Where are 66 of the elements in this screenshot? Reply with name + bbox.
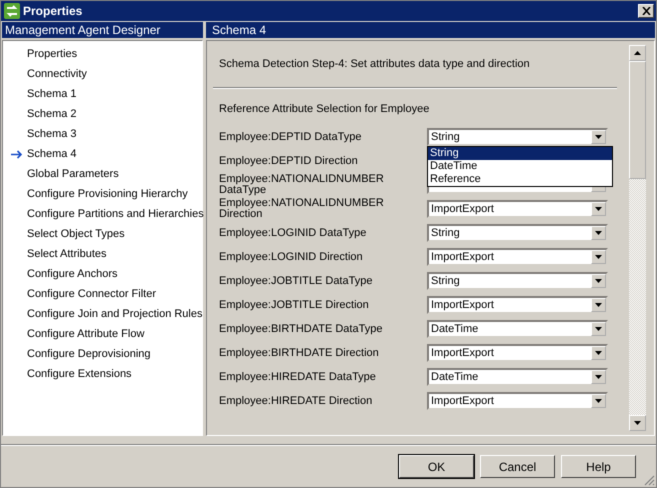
sidebar-item[interactable]: Connectivity: [3, 64, 202, 84]
field-label: Employee:HIREDATE DataType: [219, 372, 377, 382]
caret-icon[interactable]: [595, 327, 602, 331]
sidebar-item[interactable]: Schema 2: [3, 104, 202, 124]
panel-header: Management Agent Designer: [2, 22, 203, 38]
dialog-button[interactable]: OK: [399, 455, 474, 478]
caret-icon[interactable]: [595, 279, 602, 283]
sidebar-item[interactable]: Select Object Types: [3, 224, 202, 244]
field-label: Employee:JOBTITLE Direction: [219, 300, 370, 310]
dropdown[interactable]: ImportExport: [427, 344, 608, 362]
field-label: Employee:LOGINID DataType: [219, 228, 368, 238]
field-label: Employee:HIREDATE Direction: [219, 396, 374, 406]
field-label: Employee:NATIONALIDNUMBER Direction: [219, 198, 385, 220]
dropdown-option[interactable]: Reference: [428, 173, 612, 186]
dropdown[interactable]: ImportExport: [427, 392, 608, 410]
caret-icon[interactable]: [595, 135, 602, 139]
field-label: Employee:DEPTID DataType: [219, 132, 362, 142]
sidebar-item[interactable]: Configure Partitions and Hierarchies: [3, 204, 202, 224]
scrollbar[interactable]: [629, 45, 646, 431]
sidebar-item[interactable]: Properties: [3, 44, 202, 64]
field-label: Employee:LOGINID Direction: [219, 252, 364, 262]
dropdown[interactable]: String: [427, 224, 608, 242]
sidebar-item[interactable]: Configure Anchors: [3, 264, 202, 284]
window-title: Properties: [23, 4, 84, 18]
sidebar-item[interactable]: Configure Extensions: [3, 364, 202, 384]
sidebar-item[interactable]: Schema 1: [3, 84, 202, 104]
dropdown[interactable]: DateTime: [427, 368, 608, 386]
arrows-icon: [4, 3, 20, 19]
field-label: Employee:BIRTHDATE Direction: [219, 348, 380, 358]
sidebar-item[interactable]: Configure Provisioning Hierarchy: [3, 184, 202, 204]
dropdown-option[interactable]: DateTime: [428, 160, 612, 173]
caret-icon[interactable]: [595, 231, 602, 235]
caret-icon[interactable]: [595, 351, 602, 355]
sidebar-item[interactable]: Global Parameters: [3, 164, 202, 184]
sidebar-item[interactable]: Configure Attribute Flow: [3, 324, 202, 344]
dropdown-option[interactable]: String: [428, 147, 612, 160]
field-label: Employee:BIRTHDATE DataType: [219, 324, 384, 334]
resize-grip-icon[interactable]: [643, 474, 655, 486]
sidebar-item[interactable]: Configure Connector Filter: [3, 284, 202, 304]
sidebar-item[interactable]: Schema 4: [3, 144, 202, 164]
dropdown[interactable]: String: [427, 272, 608, 290]
scroll-down-icon[interactable]: [634, 421, 641, 425]
caret-icon[interactable]: [595, 375, 602, 379]
field-label: Employee:JOBTITLE DataType: [219, 276, 374, 286]
close-button[interactable]: [638, 4, 654, 18]
dropdown[interactable]: ImportExport: [427, 296, 608, 314]
sidebar-item[interactable]: Configure Deprovisioning: [3, 344, 202, 364]
dropdown[interactable]: ImportExport: [427, 200, 608, 218]
sidebar-item[interactable]: Select Attributes: [3, 244, 202, 264]
caret-icon[interactable]: [595, 303, 602, 307]
scroll-up-icon[interactable]: [634, 51, 641, 55]
dropdown[interactable]: ImportExport: [427, 248, 608, 266]
step-title: Schema Detection Step-4: Set attributes data type and direction: [218, 57, 531, 72]
panel-header: Schema 4: [206, 22, 655, 38]
field-label: Employee:NATIONALIDNUMBER DataType: [219, 174, 385, 196]
close-icon: [642, 7, 650, 15]
caret-icon[interactable]: [595, 399, 602, 403]
section-title: Reference Attribute Selection for Employee: [218, 102, 430, 117]
sidebar-item[interactable]: Configure Join and Projection Rules: [3, 304, 202, 324]
field-label: Employee:DEPTID Direction: [219, 156, 359, 166]
dialog-button[interactable]: Cancel: [480, 455, 555, 478]
sidebar-item[interactable]: Schema 3: [3, 124, 202, 144]
dropdown[interactable]: DateTime: [427, 320, 608, 338]
dialog-button[interactable]: Help: [561, 455, 636, 478]
caret-icon[interactable]: [595, 255, 602, 259]
caret-icon[interactable]: [595, 207, 602, 211]
